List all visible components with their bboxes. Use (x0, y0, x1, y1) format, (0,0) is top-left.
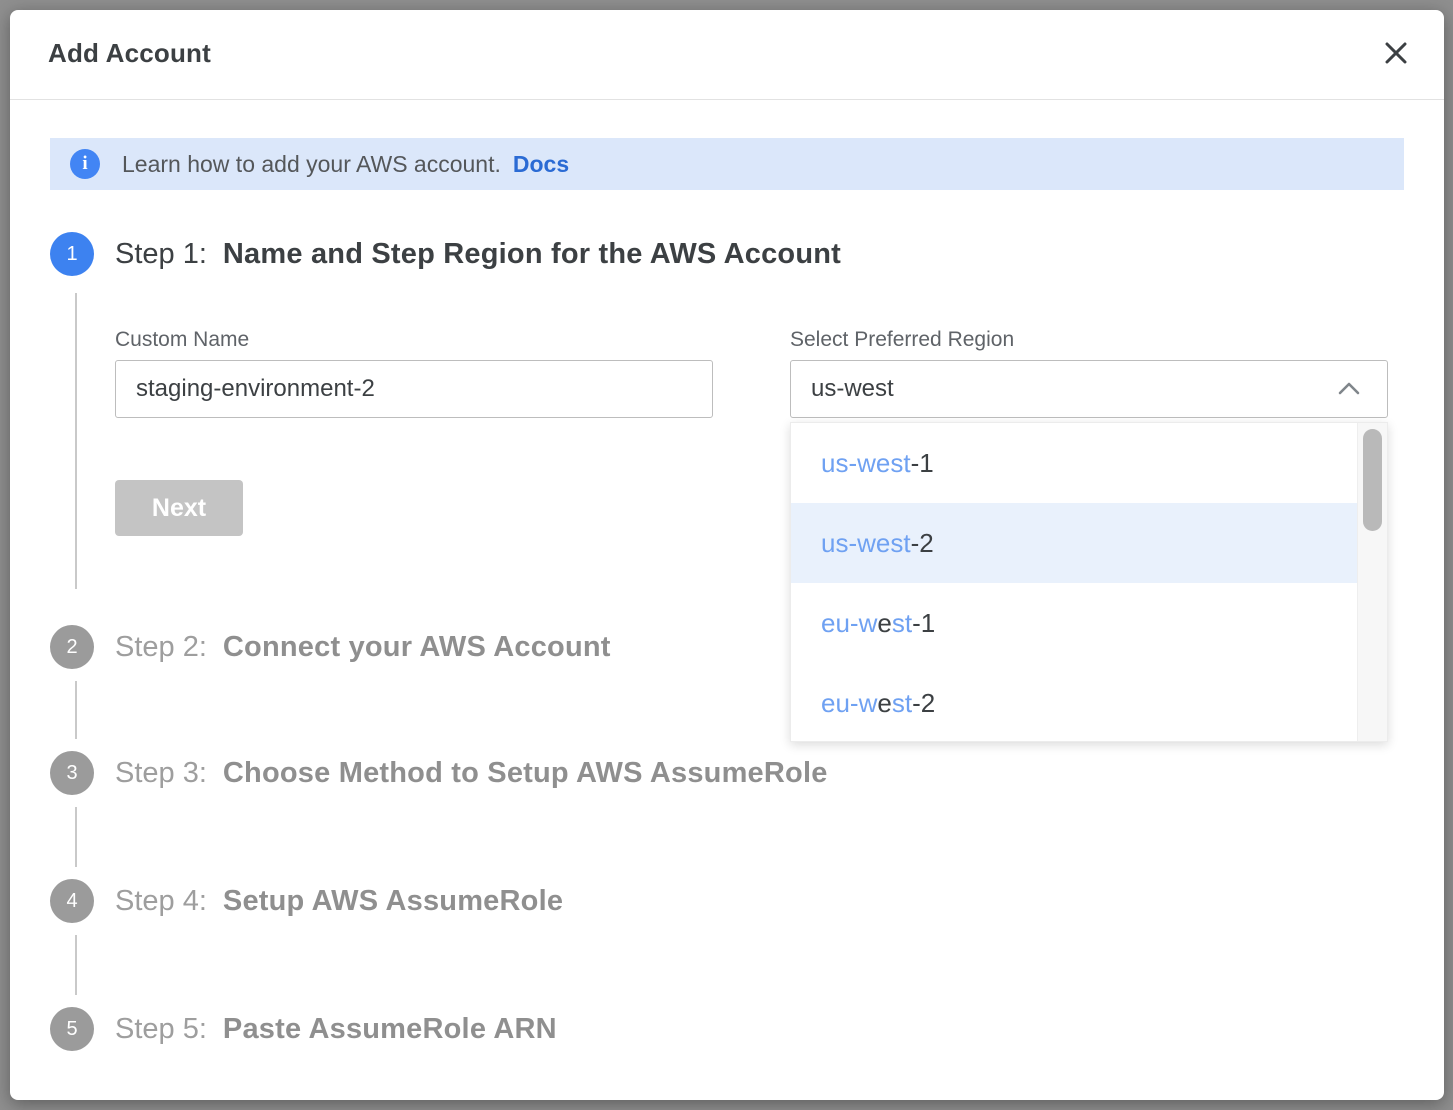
step-connector-2 (75, 681, 77, 739)
custom-name-input[interactable] (115, 360, 713, 418)
region-option-text: st (892, 608, 912, 638)
modal-title: Add Account (48, 38, 211, 69)
region-combobox[interactable] (790, 360, 1388, 418)
region-input[interactable] (790, 360, 1388, 418)
step-number: 5 (66, 1018, 77, 1041)
step-title: Choose Method to Setup AWS AssumeRole (223, 757, 828, 789)
step-badge-5: 5 (50, 1007, 94, 1051)
region-label: Select Preferred Region (790, 328, 1014, 352)
step-number: 2 (66, 636, 77, 659)
step-label: Step 2: (115, 631, 207, 663)
region-option-text: eu-w (821, 608, 877, 638)
step-number: 3 (66, 762, 77, 785)
region-option-text: -2 (912, 688, 935, 718)
close-icon (1382, 39, 1410, 70)
info-icon: i (70, 149, 100, 179)
step-head-3: Step 3: Choose Method to Setup AWS Assume… (115, 757, 828, 790)
modal-header: Add Account (10, 10, 1444, 100)
info-banner: i Learn how to add your AWS account. Doc… (50, 138, 1404, 190)
region-option-text: e (877, 688, 891, 718)
region-option-text: e (877, 608, 891, 638)
add-account-modal: Add Account i Learn how to add your AWS … (10, 10, 1444, 1100)
step-head-2: Step 2: Connect your AWS Account (115, 631, 611, 664)
step-label: Step 5: (115, 1013, 207, 1045)
step-badge-1: 1 (50, 232, 94, 276)
step-badge-3: 3 (50, 751, 94, 795)
step-number: 1 (66, 243, 77, 266)
step-connector-4 (75, 935, 77, 995)
step-head-1: Step 1: Name and Step Region for the AWS … (115, 238, 841, 271)
region-option-text: st (892, 688, 912, 718)
step-connector-1 (75, 293, 77, 589)
region-option[interactable]: eu-west-1 (791, 583, 1387, 663)
next-button[interactable]: Next (115, 480, 243, 536)
step-label: Step 1: (115, 238, 207, 270)
step-badge-2: 2 (50, 625, 94, 669)
docs-link[interactable]: Docs (513, 151, 569, 178)
step-head-4: Step 4: Setup AWS AssumeRole (115, 885, 563, 918)
close-button[interactable] (1378, 36, 1414, 72)
region-option-text: us-west (821, 448, 911, 478)
region-option-text: -1 (912, 608, 935, 638)
custom-name-label: Custom Name (115, 328, 249, 352)
region-option-text: -2 (911, 528, 934, 558)
step-number: 4 (66, 890, 77, 913)
step-title: Setup AWS AssumeRole (223, 885, 563, 917)
step-title: Paste AssumeRole ARN (223, 1013, 557, 1045)
region-option[interactable]: us-west-2 (791, 503, 1387, 583)
step-title: Name and Step Region for the AWS Account (223, 238, 841, 270)
region-option[interactable]: us-west-1 (791, 423, 1387, 503)
region-option[interactable]: eu-west-2 (791, 663, 1387, 743)
step-connector-3 (75, 807, 77, 867)
region-dropdown: us-west-1 us-west-2 eu-west-1 eu-west-2 (790, 422, 1388, 742)
region-option-text: us-west (821, 528, 911, 558)
step-badge-4: 4 (50, 879, 94, 923)
step-head-5: Step 5: Paste AssumeRole ARN (115, 1013, 557, 1046)
region-option-text: eu-w (821, 688, 877, 718)
banner-text: Learn how to add your AWS account. (122, 151, 501, 178)
dropdown-scrollbar-track[interactable] (1357, 423, 1387, 741)
region-option-text: -1 (911, 448, 934, 478)
dropdown-scrollbar-thumb[interactable] (1363, 429, 1382, 531)
step-label: Step 4: (115, 885, 207, 917)
step-title: Connect your AWS Account (223, 631, 611, 663)
step-label: Step 3: (115, 757, 207, 789)
